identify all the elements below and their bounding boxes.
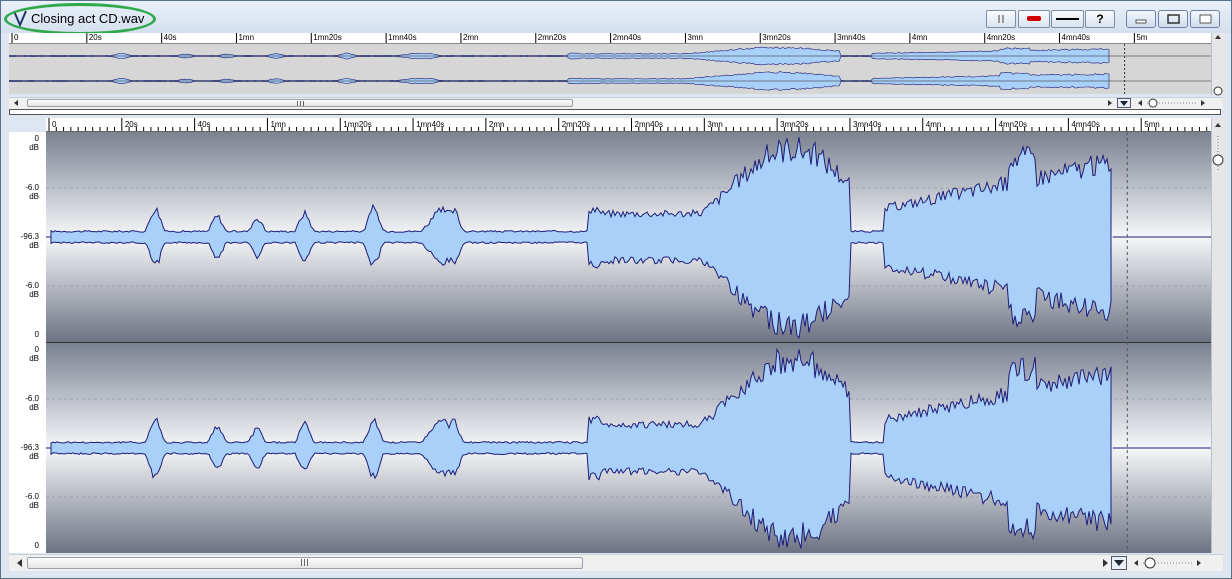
scroll-right-icon <box>1108 100 1112 106</box>
ruler-tick-label: 4mn40s <box>1062 33 1090 42</box>
ruler-tick-label: 2mn40s <box>613 33 641 42</box>
ruler-tick-label: 1mn <box>238 33 254 42</box>
ruler-tick-label: 5mn <box>1144 120 1160 129</box>
restore-button[interactable] <box>1158 10 1188 28</box>
overview-horizontal-scrollbar[interactable] <box>9 97 1223 109</box>
ruler-tick-label: 5m <box>1136 33 1147 42</box>
main-horizontal-scrollbar[interactable] <box>9 554 1223 571</box>
db-label: -6.0 <box>25 183 39 192</box>
overview-scroll-thumb[interactable] <box>27 99 573 107</box>
ruler-tick-label: 20s <box>125 120 138 129</box>
overview-time-ruler[interactable]: 0 20s 40s 1mn 1mn20s 1mn40s 2mn 2mn20s 2mn40s 3mn… <box>9 33 1211 44</box>
scroll-left-icon <box>14 100 18 106</box>
ruler-tick-label: 4mn40s <box>1071 120 1099 129</box>
arrow-up-icon <box>1215 123 1221 127</box>
line-button[interactable] <box>1051 10 1084 28</box>
ruler-tick-label: 1mn40s <box>388 33 416 42</box>
ruler-tick-label: 20s <box>89 33 102 42</box>
panel-divider[interactable] <box>9 109 1221 115</box>
db-unit: dB <box>29 143 39 152</box>
ruler-tick-label: 3mn <box>687 33 703 42</box>
ruler-tick-label: 40s <box>198 120 211 129</box>
minimize-icon <box>1135 19 1147 24</box>
main-time-ruler[interactable]: 0 20s 40s 1mn 1mn20s 1mn40s 2mn 2mn20s 2mn40s 3mn… <box>46 118 1211 132</box>
ruler-tick-label: 2mn20s <box>538 33 566 42</box>
ruler-tick-label: 4mn20s <box>999 120 1027 129</box>
db-label: -6.0 <box>25 281 39 290</box>
scroll-right-icon <box>1103 559 1108 567</box>
db-unit: dB <box>29 354 39 363</box>
minimize-button[interactable] <box>1126 10 1156 28</box>
db-unit: dB <box>29 501 39 510</box>
grip-icon <box>301 559 308 566</box>
ruler-tick-label: 2mn40s <box>635 120 663 129</box>
record-icon <box>1027 16 1041 21</box>
restore-icon <box>1167 14 1180 24</box>
line-icon <box>1056 18 1079 20</box>
ruler-tick-label: 40s <box>164 33 177 42</box>
ruler-tick-label: 2mn <box>489 120 505 129</box>
scroll-left-icon <box>17 559 22 567</box>
dropdown-icon[interactable] <box>1111 556 1127 570</box>
record-button[interactable] <box>1018 10 1050 28</box>
zoom-knob-icon <box>1212 136 1224 172</box>
main-scroll-thumb[interactable] <box>27 557 583 569</box>
ruler-tick-label: 0 <box>52 120 57 129</box>
ruler-tick-label: 1mn40s <box>416 120 444 129</box>
db-unit: dB <box>29 403 39 412</box>
ruler-tick-label: 4mn <box>912 33 928 42</box>
ruler-tick-label: 2mn20s <box>562 120 590 129</box>
db-label: -96.3 <box>20 232 39 241</box>
ruler-tick-label: 1mn20s <box>313 33 341 42</box>
db-label: -96.3 <box>20 443 39 452</box>
db-unit: dB <box>29 241 39 250</box>
ruler-tick-label: 3mn <box>707 120 723 129</box>
db-unit: dB <box>29 290 39 299</box>
db-unit: dB <box>29 452 39 461</box>
zoom-slider[interactable] <box>1137 98 1207 108</box>
help-button[interactable]: ? <box>1085 10 1115 28</box>
db-label: -6.0 <box>25 492 39 501</box>
main-vertical-scrollbar[interactable] <box>1211 118 1224 553</box>
db-label: 0 <box>34 330 39 339</box>
title-bar: Closing act CD.wav ? <box>1 1 1231 35</box>
highlight-oval <box>4 3 156 35</box>
close-icon <box>1199 14 1212 24</box>
ruler-tick-label: 1mn <box>270 120 286 129</box>
db-axis: 0 dB -6.0 dB -96.3 dB -6.0 dB 0 0 dB -6.… <box>9 132 46 553</box>
pause-button[interactable] <box>986 10 1016 28</box>
db-label: 0 <box>34 541 39 550</box>
dropdown-icon[interactable] <box>1117 98 1131 108</box>
ruler-tick-label: 3mn40s <box>853 120 881 129</box>
db-unit: dB <box>29 192 39 201</box>
close-button[interactable] <box>1190 10 1220 28</box>
db-label: 0 <box>34 134 39 143</box>
ruler-tick-label: 0 <box>14 33 19 42</box>
editor-window: Closing act CD.wav ? 0 20s 40s 1mn 1mn20s 1mn… <box>0 0 1232 579</box>
overview-vertical-scrollbar[interactable] <box>1211 33 1224 96</box>
ruler-tick-label: 1mn20s <box>343 120 371 129</box>
ruler-tick-label: 2mn <box>463 33 479 42</box>
ruler-tick-label: 3mn20s <box>780 120 808 129</box>
ruler-tick-label: 3mn40s <box>837 33 865 42</box>
arrow-up-icon <box>1215 35 1221 39</box>
grip-icon <box>297 101 304 106</box>
zoom-knob-icon <box>1213 86 1223 96</box>
db-label: 0 <box>34 345 39 354</box>
ruler-tick-label: 4mn20s <box>987 33 1015 42</box>
ruler-tick-label: 3mn20s <box>762 33 790 42</box>
zoom-slider[interactable] <box>1133 556 1203 570</box>
main-waveform[interactable] <box>46 132 1211 553</box>
pause-icon <box>998 15 1004 23</box>
db-label: -6.0 <box>25 394 39 403</box>
overview-waveform[interactable] <box>9 44 1211 94</box>
ruler-tick-label: 4mn <box>926 120 942 129</box>
